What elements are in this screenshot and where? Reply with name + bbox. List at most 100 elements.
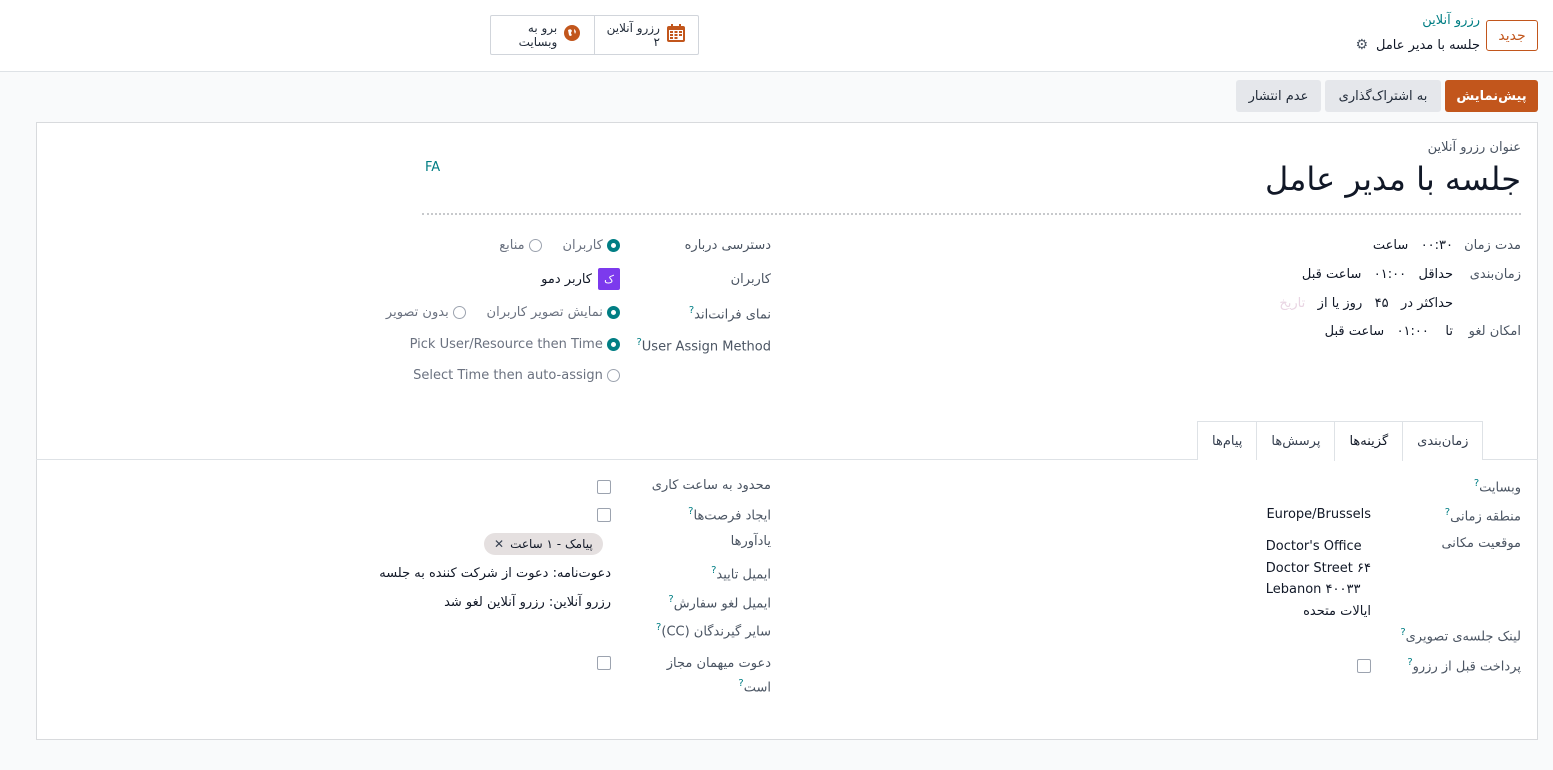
timezone-field[interactable]: Europe/Brussels — [1266, 507, 1371, 522]
access-resources-radio[interactable]: منابع — [499, 238, 542, 253]
confirm-email-label: ایمیل تایید? — [711, 565, 771, 582]
gear-icon[interactable]: ⚙ — [1355, 37, 1368, 53]
language-button[interactable]: FA — [425, 160, 440, 175]
duration-label: مدت زمان — [1464, 238, 1521, 253]
users-field[interactable]: ک کاربر دمو — [541, 268, 620, 290]
assign-opt2-label: Select Time then auto-assign — [413, 368, 603, 383]
page-title[interactable]: جلسه با مدیر عامل — [1265, 160, 1521, 198]
guest-label-line2: است — [743, 680, 771, 696]
location-line: Lebanon ۴۰۰۳۳ — [1265, 582, 1361, 597]
preview-button[interactable]: پیش‌نمایش — [1445, 80, 1538, 112]
calendar-icon — [666, 23, 686, 47]
breadcrumb-current: جلسه با مدیر عامل ⚙ — [1355, 37, 1480, 53]
location-label: موقعیت مکانی — [1441, 536, 1521, 551]
min-value: ۰۱:۰۰ — [1373, 267, 1407, 282]
globe-icon — [563, 24, 581, 46]
reminder-tag-label: پیامک - ۱ ساعت — [510, 537, 593, 551]
radio-resources[interactable] — [528, 239, 542, 252]
cancel-label: امکان لغو — [1468, 324, 1521, 339]
online-appointments-button[interactable]: رزرو آنلاین ۲ — [595, 16, 699, 54]
tab-messages[interactable]: پیام‌ها — [1197, 421, 1258, 460]
assign-opt1-label: Pick User/Resource then Time — [409, 337, 603, 352]
limit-hours-checkbox[interactable] — [597, 480, 611, 494]
unpublish-button[interactable]: عدم انتشار — [1236, 80, 1321, 112]
access-label: دسترسی درباره — [684, 238, 771, 253]
confirm-email-label-text: ایمیل تایید — [716, 567, 771, 583]
frontend-label-text: نمای فرانت‌اند — [694, 307, 771, 323]
title-label: عنوان رزرو آنلاین — [1427, 140, 1521, 155]
min-label: حداقل — [1418, 267, 1453, 282]
online-appointments-text: رزرو آنلاین ۲ — [607, 21, 660, 49]
website-label-text: وبسایت — [1479, 480, 1521, 496]
frontend-none-radio[interactable]: بدون تصویر — [386, 305, 466, 320]
frontend-radio-group: نمایش تصویر کاربران بدون تصویر — [386, 305, 620, 320]
guest-label-line1: دعوت میهمان مجاز — [666, 656, 771, 671]
location-field[interactable]: Doctor's Office Doctor Street ۶۴ Lebanon… — [1266, 536, 1371, 622]
prepay-label-text: پرداخت قبل از رزرو — [1412, 659, 1521, 675]
go-to-website-button[interactable]: برو به وبسایت — [491, 16, 595, 54]
users-label: کاربران — [730, 272, 771, 287]
frontend-show-radio[interactable]: نمایش تصویر کاربران — [487, 305, 620, 320]
cancel-to: تا — [1445, 324, 1453, 339]
tab-options[interactable]: گزینه‌ها — [1334, 421, 1404, 461]
tab-schedule[interactable]: زمان‌بندی — [1402, 421, 1484, 460]
scheduling-label: زمان‌بندی — [1469, 267, 1521, 282]
assign-opt2-radio[interactable]: Select Time then auto-assign — [413, 368, 620, 383]
prepay-checkbox[interactable] — [1357, 659, 1371, 673]
location-line: Doctor's Office — [1265, 539, 1362, 554]
guest-label: دعوت میهمان مجاز است? — [667, 654, 771, 698]
title-underline — [422, 213, 1521, 215]
radio-show-pictures[interactable] — [607, 306, 620, 319]
tab-questions[interactable]: پرسش‌ها — [1256, 421, 1336, 460]
create-slots-label: ایجاد فرصت‌ها? — [688, 506, 771, 523]
confirm-email-field[interactable]: دعوت‌نامه: دعوت از شرکت کننده به جلسه — [379, 566, 611, 581]
video-link-label: لینک جلسه‌ی تصویری? — [1400, 627, 1521, 644]
min-schedule-field[interactable]: حداقل ۰۱:۰۰ ساعت قبل — [1302, 267, 1453, 282]
access-users-radio[interactable]: کاربران — [562, 238, 620, 253]
duration-field[interactable]: ۰۰:۳۰ ساعت — [1373, 238, 1453, 253]
breadcrumb-current-label: جلسه با مدیر عامل — [1376, 37, 1480, 53]
control-panel: جدید رزرو آنلاین جلسه با مدیر عامل ⚙ برو… — [0, 0, 1553, 72]
frontend-none-label: بدون تصویر — [385, 305, 449, 320]
cancel-value: ۰۱:۰۰ — [1396, 324, 1429, 339]
location-line: Doctor Street ۶۴ — [1265, 560, 1371, 576]
new-button[interactable]: جدید — [1486, 20, 1538, 51]
avatar: ک — [598, 268, 620, 290]
cancel-email-label-text: ایمیل لغو سفارش — [673, 596, 771, 612]
share-button[interactable]: به اشتراک‌گذاری — [1325, 80, 1441, 112]
cancel-field[interactable]: تا ۰۱:۰۰ ساعت قبل — [1325, 324, 1453, 339]
cancel-unit: ساعت قبل — [1324, 324, 1385, 339]
location-line: ایالات متحده — [1303, 603, 1371, 619]
video-link-label-text: لینک جلسه‌ی تصویری — [1405, 629, 1521, 645]
user-name[interactable]: کاربر دمو — [541, 272, 592, 287]
create-slots-checkbox[interactable] — [597, 508, 611, 522]
assign-opt1-radio[interactable]: Pick User/Resource then Time — [410, 337, 620, 352]
create-slots-label-text: ایجاد فرصت‌ها — [693, 508, 771, 524]
radio-no-picture[interactable] — [452, 306, 466, 319]
breadcrumb-parent[interactable]: رزرو آنلاین — [1422, 13, 1480, 28]
max-schedule-field[interactable]: حداکثر در ۴۵ روز یا از تاریخ — [1279, 296, 1453, 311]
max-label: حداکثر در — [1401, 296, 1453, 311]
max-value: ۴۵ — [1374, 296, 1389, 311]
frontend-label: نمای فرانت‌اند? — [689, 305, 771, 322]
cancel-email-field[interactable]: رزرو آنلاین: رزرو آنلاین لغو شد — [444, 595, 611, 610]
cancel-email-label: ایمیل لغو سفارش? — [668, 594, 771, 611]
assign-method-label-text: User Assign Method — [641, 339, 771, 355]
notebook-tabs: پیام‌ها پرسش‌ها گزینه‌ها زمان‌بندی — [1197, 421, 1484, 461]
reminder-tag[interactable]: پیامک - ۱ ساعت ✕ — [484, 533, 603, 555]
duration-unit: ساعت — [1372, 238, 1409, 253]
prepay-label: پرداخت قبل از رزرو? — [1407, 657, 1521, 674]
radio-assign-opt1[interactable] — [607, 338, 620, 351]
duration-value: ۰۰:۳۰ — [1420, 238, 1453, 253]
guest-checkbox[interactable] — [597, 656, 611, 670]
max-unit: روز یا از — [1317, 296, 1363, 311]
access-radio-group: کاربران منابع — [499, 238, 620, 253]
close-icon[interactable]: ✕ — [494, 537, 504, 551]
limit-hours-label: محدود به ساعت کاری — [651, 478, 771, 493]
online-appointments-label: رزرو آنلاین — [606, 21, 660, 35]
access-users-label: کاربران — [562, 238, 603, 253]
radio-users[interactable] — [607, 239, 620, 252]
max-date-input[interactable]: تاریخ — [1279, 296, 1305, 311]
online-appointments-count: ۲ — [653, 35, 660, 49]
radio-assign-opt2[interactable] — [607, 369, 620, 382]
